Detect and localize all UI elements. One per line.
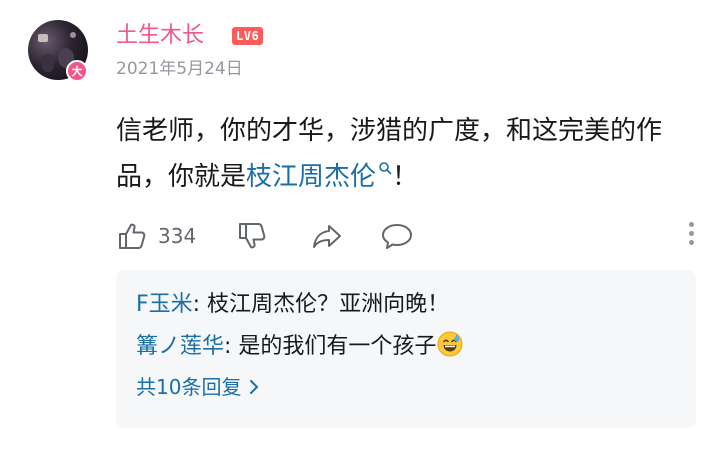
comment-text-end: ！ [392, 162, 419, 192]
search-icon [379, 162, 392, 175]
username[interactable]: 土生木长 [116, 22, 204, 50]
reply-text: 是的我们有一个孩子 [238, 334, 437, 359]
like-count: 334 [158, 224, 197, 248]
reply-separator: : [192, 292, 208, 317]
level-badge: LV6 [232, 27, 264, 45]
comment-content: 信老师，你的才华，涉猎的广度，和这完美的作品，你就是枝江周杰伦！ [116, 108, 706, 200]
avatar-container[interactable]: 大 [28, 20, 88, 82]
comment-date: 2021年5月24日 [116, 59, 243, 79]
reply-separator: : [224, 334, 239, 359]
vip-badge: 大 [66, 60, 88, 82]
reply-username[interactable]: F玉米 [136, 292, 193, 317]
reply-preview-box[interactable]: F玉米: 枝江周杰伦？亚洲向晚！ 篝ノ莲华: 是的我们有一个孩子 共10条回复 [116, 270, 696, 428]
chevron-right-icon [250, 380, 259, 394]
thumb-up-icon [119, 223, 146, 249]
share-icon [313, 225, 341, 248]
thumb-down-icon [239, 223, 266, 249]
keyword-link-label: 枝江周杰伦 [246, 162, 377, 192]
comment-icon [382, 224, 412, 249]
reply-item[interactable]: F玉米: 枝江周杰伦？亚洲向晚！ [136, 284, 676, 326]
like-button[interactable]: 334 [116, 216, 196, 256]
more-vertical-icon[interactable] [686, 222, 696, 250]
reply-text: 枝江周杰伦？亚洲向晚！ [207, 292, 450, 317]
dislike-button[interactable] [236, 216, 268, 256]
reply-username[interactable]: 篝ノ莲华 [136, 334, 224, 359]
share-button[interactable] [310, 216, 344, 256]
view-more-replies-link[interactable]: 共10条回复 [136, 368, 259, 406]
reply-item[interactable]: 篝ノ莲华: 是的我们有一个孩子 [136, 326, 676, 368]
keyword-link[interactable]: 枝江周杰伦 [246, 162, 392, 192]
action-bar: 334 [116, 216, 696, 256]
more-replies-label: 共10条回复 [136, 375, 242, 399]
reply-button[interactable] [380, 216, 414, 256]
grinning-sweat-emoji-icon [437, 331, 463, 357]
